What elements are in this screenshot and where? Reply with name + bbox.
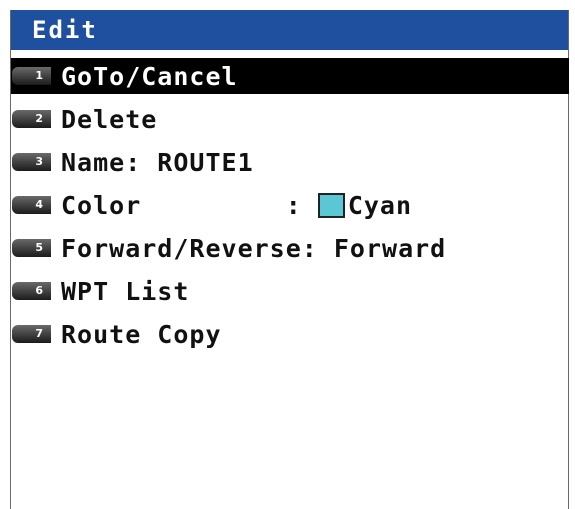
- menu-title: Edit: [11, 10, 568, 50]
- menu-item-label: Color :: [61, 190, 318, 220]
- menu-item-label: Name: ROUTE1: [61, 147, 254, 177]
- menu-item-goto-cancel[interactable]: 1 GoTo/Cancel: [11, 58, 569, 94]
- number-key-7-icon: 7: [12, 325, 51, 343]
- menu-item-label: Forward/Reverse: Forward: [61, 233, 447, 263]
- color-value: Cyan: [347, 190, 413, 220]
- number-key-1-icon: 1: [12, 67, 51, 85]
- number-key-5-icon: 5: [12, 239, 51, 257]
- color-swatch-icon: [317, 192, 345, 218]
- number-key-6-icon: 6: [12, 282, 51, 300]
- menu-item-name[interactable]: 3 Name: ROUTE1: [11, 144, 568, 180]
- menu-item-forward-reverse[interactable]: 5 Forward/Reverse: Forward: [11, 230, 568, 266]
- menu-item-wpt-list[interactable]: 6 WPT List: [11, 273, 568, 309]
- edit-menu-list: 1 GoTo/Cancel 2 Delete 3 Name: ROUTE1 4 …: [11, 58, 569, 359]
- menu-item-label: WPT List: [61, 276, 190, 306]
- menu-item-label: Route Copy: [61, 319, 222, 349]
- edit-menu-screen: Edit 1 GoTo/Cancel 2 Delete 3 Name: ROUT…: [10, 10, 569, 509]
- menu-item-delete[interactable]: 2 Delete: [11, 101, 568, 137]
- menu-item-label: GoTo/Cancel: [61, 61, 238, 91]
- menu-item-color[interactable]: 4 Color : Cyan: [11, 187, 568, 223]
- number-key-4-icon: 4: [12, 196, 51, 214]
- number-key-2-icon: 2: [12, 110, 51, 128]
- menu-item-label: Delete: [61, 104, 158, 134]
- menu-item-route-copy[interactable]: 7 Route Copy: [11, 316, 568, 352]
- number-key-3-icon: 3: [12, 153, 51, 171]
